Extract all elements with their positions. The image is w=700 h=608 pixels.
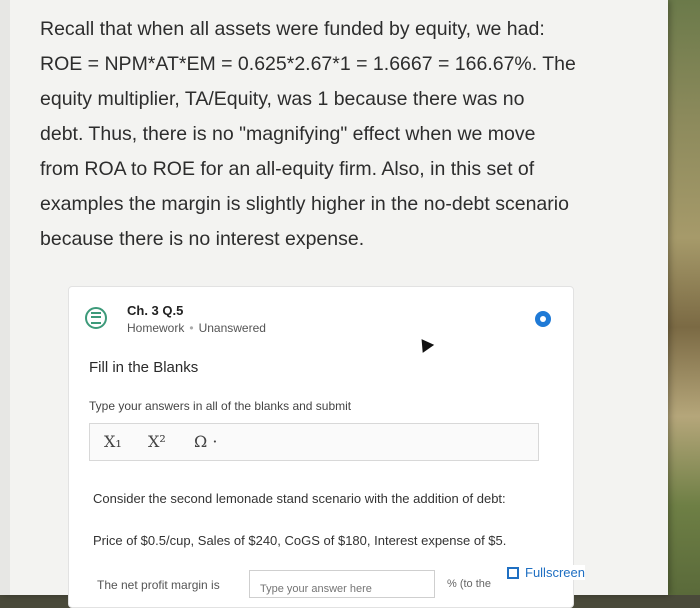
subscript-button[interactable]: X₁ xyxy=(104,432,122,451)
question-status: Unanswered xyxy=(198,321,266,335)
question-type: Homework xyxy=(127,321,185,335)
page: Recall that when all assets were funded … xyxy=(0,0,668,608)
left-edge xyxy=(0,0,10,595)
formatting-toolbar: X₁ X² Ω · xyxy=(89,423,539,461)
intro-line: ROE = NPM*AT*EM = 0.625*2.67*1 = 1.6667 … xyxy=(40,53,576,75)
intro-text: Recall that when all assets were funded … xyxy=(40,12,650,257)
intro-line: Recall that when all assets were funded … xyxy=(40,18,545,40)
instructions: Type your answers in all of the blanks a… xyxy=(89,399,352,413)
answer-tail: % (to the xyxy=(447,578,492,590)
separator-dot: • xyxy=(189,321,194,335)
answer-row: The net profit margin is % (to the xyxy=(97,570,577,600)
special-characters-button[interactable]: Ω · xyxy=(194,432,217,451)
answer-label: The net profit margin is xyxy=(97,578,220,592)
question-card: Ch. 3 Q.5 Homework • Unanswered Fill in th… xyxy=(68,286,585,608)
scenario-details: Price of $0.5/cup, Sales of $240, CoGS o… xyxy=(93,533,507,548)
intro-line: debt. Thus, there is no "magnifying" eff… xyxy=(40,123,536,145)
intro-line: because there is no interest expense. xyxy=(40,228,365,250)
answer-input[interactable] xyxy=(249,570,435,598)
question-title: Ch. 3 Q.5 xyxy=(127,303,184,318)
question-list-icon xyxy=(85,307,107,329)
scenario-text: Consider the second lemonade stand scena… xyxy=(93,491,506,506)
intro-line: equity multiplier, TA/Equity, was 1 beca… xyxy=(40,88,525,110)
superscript-button[interactable]: X² xyxy=(148,432,166,451)
question-meta: Homework • Unanswered xyxy=(127,321,266,335)
section-title: Fill in the Blanks xyxy=(89,359,199,376)
intro-line: from ROA to ROE for an all-equity firm. … xyxy=(40,158,535,180)
status-dot-icon[interactable] xyxy=(535,311,551,327)
intro-line: examples the margin is slightly higher i… xyxy=(40,193,569,215)
